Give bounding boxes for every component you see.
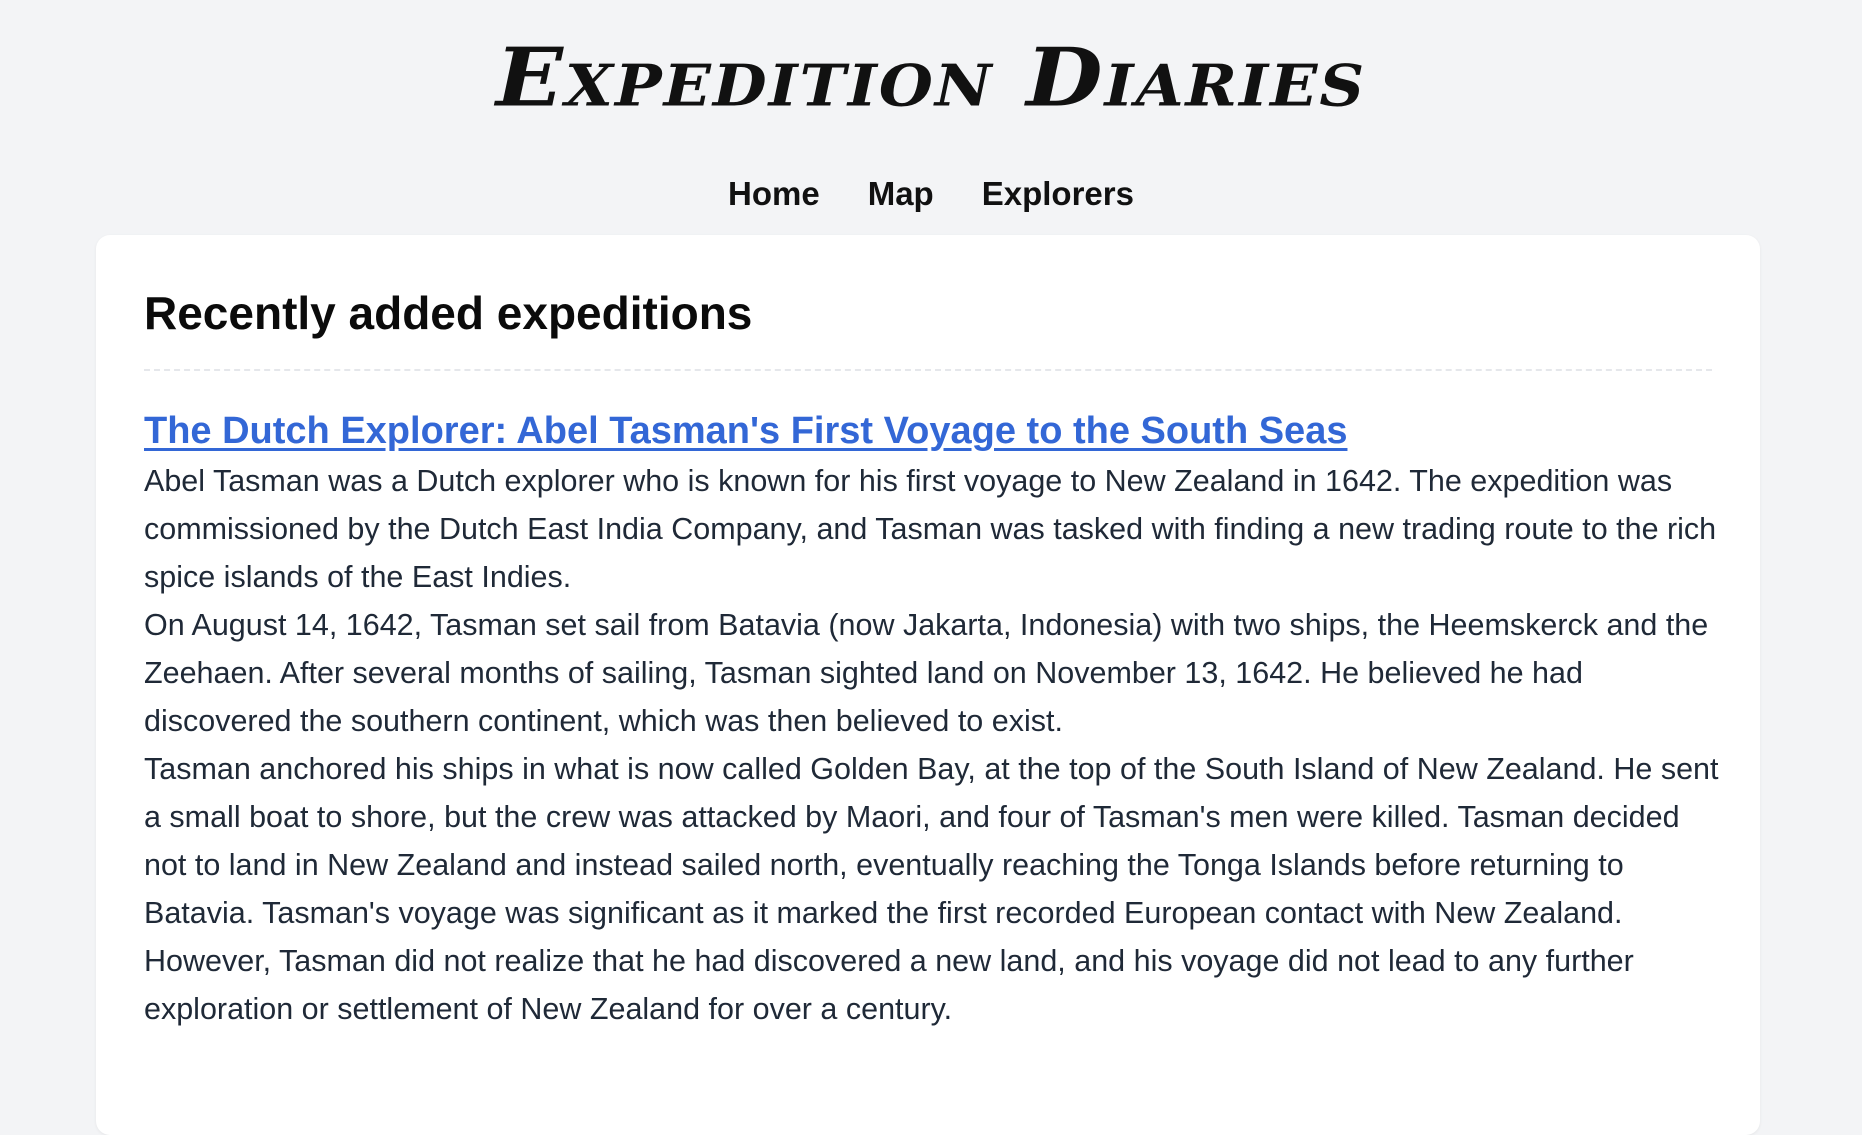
section-title: Recently added expeditions [144,287,753,339]
article-paragraph: Abel Tasman was a Dutch explorer who is … [144,464,1717,594]
article-paragraph: On August 14, 1642, Tasman set sail from… [144,608,1709,738]
main-nav: Home Map Explorers [0,172,1862,216]
nav-link-home[interactable]: Home [728,172,820,216]
expedition-article: The Dutch Explorer: Abel Tasman's First … [144,405,1724,1033]
nav-link-explorers[interactable]: Explorers [982,172,1134,216]
section-divider [144,369,1712,371]
nav-link-map[interactable]: Map [868,172,934,216]
article-title-link[interactable]: The Dutch Explorer: Abel Tasman's First … [144,405,1724,457]
content-card: Recently added expeditions The Dutch Exp… [96,235,1760,1135]
article-paragraph: Tasman anchored his ships in what is now… [144,752,1719,1026]
site-logo[interactable]: Expedition Diaries [0,26,1862,127]
